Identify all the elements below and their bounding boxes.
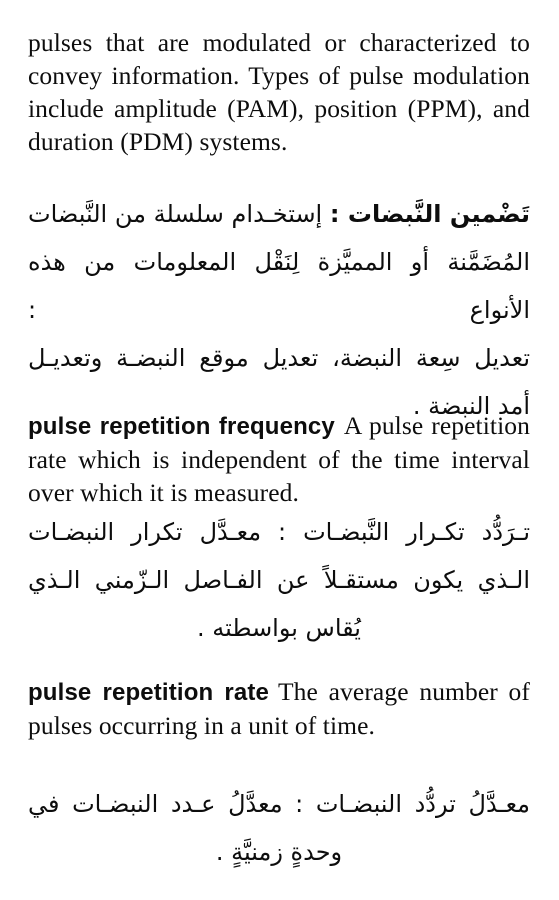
- arabic-definition-start: إستخـدام سلسلة من النَّبضات: [28, 200, 330, 228]
- entry-pulse-repetition-frequency-english: pulse repetition frequency A pulse repeti…: [28, 409, 530, 509]
- english-line: A pulse: [343, 411, 424, 440]
- entry-pulse-repetition-rate-arabic: معـدَّلُ تردُّد النبضـات : معدَّلُ عـدد …: [28, 780, 530, 876]
- arabic-definition-paragraph: تـرَدُّد تكـرار النَّبضـات : معـدَّل تكر…: [28, 508, 530, 652]
- arabic-line: تَضْمين النَّبضات : إستخـدام سلسلة من ال…: [28, 190, 530, 238]
- english-headword: pulse repetition frequency: [28, 413, 335, 440]
- arabic-line: تـرَدُّد تكـرار النَّبضـات : معـدَّل تكر…: [28, 518, 530, 546]
- english-headword: pulse repetition rate: [28, 679, 269, 706]
- arabic-headword: تَضْمين النَّبضات :: [329, 200, 530, 228]
- document-page: pulses that are modulated or characteriz…: [28, 0, 530, 900]
- english-line: systems.: [199, 127, 288, 156]
- arabic-definition-paragraph: معـدَّلُ تردُّد النبضـات : معدَّلُ عـدد …: [28, 780, 530, 876]
- english-line: pulses that are modulated or characteriz…: [28, 28, 497, 57]
- english-definition-paragraph: pulse repetition frequency A pulse repeti…: [28, 409, 530, 509]
- arabic-line: الـذي يكون مستقـلاً عن الفـاصل الـزّمني …: [28, 566, 530, 594]
- arabic-definition-paragraph: تَضْمين النَّبضات : إستخـدام سلسلة من ال…: [28, 190, 530, 430]
- arabic-line: معـدَّلُ تردُّد النبضـات : معدَّلُ عـدد …: [28, 790, 530, 818]
- arabic-line: وحدةٍ زمنيَّةٍ .: [215, 838, 343, 866]
- arabic-line: تعديل سِعة النبضة، تعديل موقع النبضـة وت…: [28, 344, 530, 372]
- entry-pulse-repetition-frequency-arabic: تـرَدُّد تكـرار النَّبضـات : معـدَّل تكر…: [28, 508, 530, 652]
- arabic-line: يُقاس بواسطته .: [197, 614, 361, 642]
- entry-pulse-modulation-arabic: تَضْمين النَّبضات : إستخـدام سلسلة من ال…: [28, 190, 530, 430]
- english-definition-paragraph: pulse repetition rate The average number …: [28, 675, 530, 742]
- english-definition-paragraph: pulses that are modulated or characteriz…: [28, 26, 530, 158]
- english-line: time.: [322, 711, 375, 740]
- entry-pulse-repetition-rate-english: pulse repetition rate The average number …: [28, 675, 530, 742]
- arabic-line: المُضَمَّنة أو المميَّزة لِنَقْل المعلوم…: [28, 248, 530, 324]
- english-line: The average: [278, 677, 409, 706]
- entry-pulse-modulation-english: pulses that are modulated or characteriz…: [28, 26, 530, 158]
